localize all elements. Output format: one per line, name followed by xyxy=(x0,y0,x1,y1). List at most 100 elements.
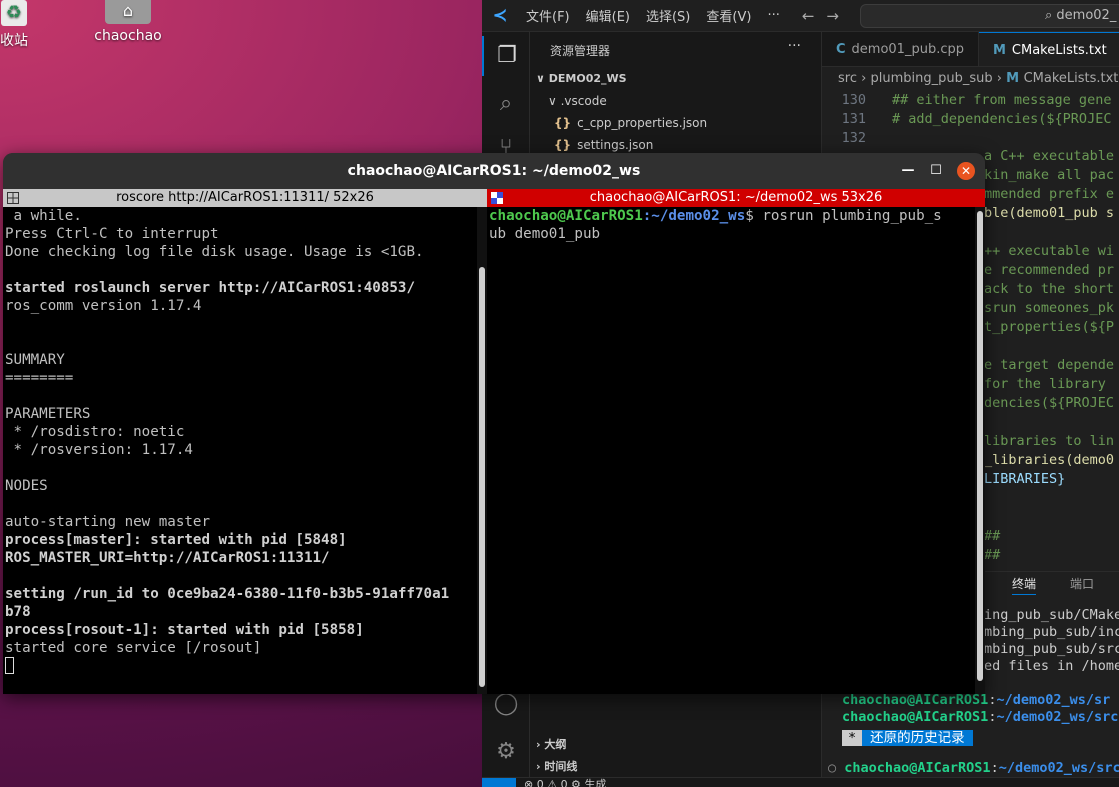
chevron-down-icon: ∨ xyxy=(548,94,561,108)
output-line: started roslaunch server http://AICarROS… xyxy=(5,280,415,296)
output-line: a while. xyxy=(5,208,82,224)
explorer-more-button[interactable]: ··· xyxy=(788,38,801,54)
output-line: ======== xyxy=(5,370,74,386)
code-fragment: mmended prefix e xyxy=(984,186,1115,202)
search-icon[interactable]: ⌕ xyxy=(482,84,530,124)
code-fragment: kin_make all pac xyxy=(984,167,1115,183)
tree-folder-vscode[interactable]: ∨ .vscode xyxy=(548,94,607,108)
trash-icon: ♻ xyxy=(1,0,27,26)
desktop-icon-label: 收站 xyxy=(0,33,28,49)
code-fragment: e recommended pr xyxy=(984,262,1115,278)
breadcrumb-item[interactable]: src xyxy=(838,71,857,86)
status-problems[interactable]: ⊗ 0 ⚠ 0 ⚙ 生成 xyxy=(524,778,606,787)
split-grid-icon[interactable] xyxy=(491,192,503,204)
tab-terminal[interactable]: 终端 xyxy=(1012,575,1037,595)
output-line: b78 xyxy=(5,604,31,620)
desktop-trash[interactable]: ♻ 收站 xyxy=(0,0,34,50)
terminal-prompt: ○ chaochao@AICarROS1:~/demo02_ws/src$ xyxy=(828,760,1119,776)
vscode-logo-icon: ≺ xyxy=(492,5,508,26)
chevron-down-icon: ∨ xyxy=(536,72,549,85)
cmake-file-icon: M xyxy=(1006,71,1024,86)
rosrun-output: chaochao@AICarROS1:~/demo02_ws$ rosrun p… xyxy=(487,207,985,243)
history-restored-badge: 还原的历史记录 xyxy=(862,730,973,746)
output-line: process[master]: started with pid [5848] xyxy=(5,532,347,548)
tab-demo01-pub-cpp[interactable]: Cdemo01_pub.cpp xyxy=(822,32,979,66)
code-fragment: libraries to lin xyxy=(984,433,1115,449)
terminator-pane-roscore[interactable]: roscore http://AICarROS1:11311/ 52x26 a … xyxy=(3,189,487,694)
status-bar: ⊗ 0 ⚠ 0 ⚙ 生成 xyxy=(482,777,1119,787)
circle-dot-icon: ○ xyxy=(828,760,845,776)
terminator-pane-rosrun[interactable]: chaochao@AICarROS1: ~/demo02_ws 53x26 ch… xyxy=(487,189,985,694)
text-cursor xyxy=(5,657,14,674)
pane-title-bar: roscore http://AICarROS1:11311/ 52x26 xyxy=(3,189,487,207)
menu-edit[interactable]: 编辑(E) xyxy=(578,6,638,25)
output-line: process[rosout-1]: started with pid [585… xyxy=(5,622,364,638)
explorer-icon[interactable]: ❐ xyxy=(482,36,530,76)
maximize-icon[interactable]: ☐ xyxy=(927,162,945,180)
timeline-section[interactable]: › 时间线 xyxy=(536,758,577,774)
menu-file[interactable]: 文件(F) xyxy=(518,6,578,25)
workspace-root[interactable]: ∨ DEMO02_WS xyxy=(536,72,627,85)
breadcrumb: src › plumbing_pub_sub › M CMakeLists.tx… xyxy=(822,67,1119,91)
code-fragment: srun someones_pk xyxy=(984,300,1115,316)
tab-cmakelists[interactable]: M CMakeLists.txt xyxy=(978,32,1119,66)
code-line: 132 xyxy=(841,130,866,146)
explorer-title: 资源管理器 xyxy=(550,44,611,58)
tree-file-settings[interactable]: {} settings.json xyxy=(554,138,653,152)
terminal-line: ed files in /home xyxy=(984,658,1119,674)
code-fragment: ## xyxy=(984,547,1001,563)
scrollbar-thumb[interactable] xyxy=(479,267,485,687)
terminal-titlebar: chaochao@AICarROS1: ~/demo02_ws — ☐ ✕ xyxy=(3,153,985,189)
scrollbar[interactable] xyxy=(477,207,487,694)
minimize-icon[interactable]: — xyxy=(899,162,917,180)
output-line: * /rosdistro: noetic xyxy=(5,424,185,440)
json-file-icon: {} xyxy=(554,138,572,152)
scrollbar-thumb[interactable] xyxy=(977,211,983,681)
output-line: PARAMETERS xyxy=(5,406,91,422)
code-fragment: ## xyxy=(984,528,1001,544)
output-line: setting /run_id to 0ce9ba24-6380-11f0-b3… xyxy=(5,586,450,602)
chevron-right-icon: › xyxy=(996,71,1007,86)
output-line: Done checking log file disk usage. Usage… xyxy=(5,244,424,260)
output-line: * /rosversion: 1.17.4 xyxy=(5,442,193,458)
window-title: chaochao@AICarROS1: ~/demo02_ws xyxy=(347,163,641,179)
remote-indicator[interactable] xyxy=(482,778,516,787)
output-line: NODES xyxy=(5,478,48,494)
breadcrumb-item[interactable]: plumbing_pub_sub xyxy=(870,71,992,86)
roscore-output: a while. Press Ctrl-C to interrupt Done … xyxy=(3,207,487,675)
menu-selection[interactable]: 选择(S) xyxy=(638,6,698,25)
prompt-user: chaochao@AICarROS1 xyxy=(489,208,643,224)
code-fragment: dencies(${PROJEC xyxy=(984,395,1115,411)
command-text: $ rosrun plumbing_pub_s xyxy=(745,208,942,224)
search-text: demo02_ xyxy=(1056,8,1117,23)
code-fragment: for the library xyxy=(984,376,1106,392)
output-line: ROS_MASTER_URI=http://AICarROS1:11311/ xyxy=(5,550,330,566)
code-fragment: ack to the short xyxy=(984,281,1115,297)
pane-title: roscore http://AICarROS1:11311/ 52x26 xyxy=(116,190,374,205)
breadcrumb-item[interactable]: CMakeLists.txt xyxy=(1024,71,1119,86)
menu-view[interactable]: 查看(V) xyxy=(698,6,759,25)
code-line: 130 ## either from message gene xyxy=(841,92,1112,108)
menu-more[interactable]: ··· xyxy=(759,8,787,23)
terminal-line: mbing_pub_sub/src xyxy=(984,641,1119,657)
code-fragment: LIBRARIES} xyxy=(984,471,1066,487)
desktop-home-folder[interactable]: ⌂ chaochao xyxy=(92,0,164,44)
desktop-icon-label: chaochao xyxy=(94,28,162,44)
terminal-line: mbing_pub_sub/inc xyxy=(984,624,1119,640)
prompt-path: :~/demo02_ws xyxy=(642,208,746,224)
tab-ports[interactable]: 端口 xyxy=(1070,575,1094,592)
code-fragment: e target depende xyxy=(984,357,1115,373)
close-icon[interactable]: ✕ xyxy=(957,162,975,180)
outline-section[interactable]: › 大纲 xyxy=(536,736,566,752)
vscode-titlebar: ≺ 文件(F) 编辑(E) 选择(S) 查看(V) ··· ←→ ⌕ demo0… xyxy=(482,0,1119,32)
cpp-file-icon: C xyxy=(836,42,846,57)
scrollbar[interactable] xyxy=(975,207,985,694)
pane-title-bar: chaochao@AICarROS1: ~/demo02_ws 53x26 xyxy=(487,189,985,207)
split-grid-icon[interactable] xyxy=(7,192,19,204)
command-center-search[interactable]: ⌕ demo02_ xyxy=(860,4,1119,28)
home-folder-icon: ⌂ xyxy=(105,0,151,24)
tree-file-c-cpp-properties[interactable]: {} c_cpp_properties.json xyxy=(554,116,707,130)
settings-gear-icon[interactable]: ⚙ xyxy=(482,732,530,772)
nav-back-forward-icon[interactable]: ←→ xyxy=(802,7,851,25)
terminal-line: chaochao@AICarROS1:~/demo02_ws/src$ xyxy=(842,709,1119,725)
